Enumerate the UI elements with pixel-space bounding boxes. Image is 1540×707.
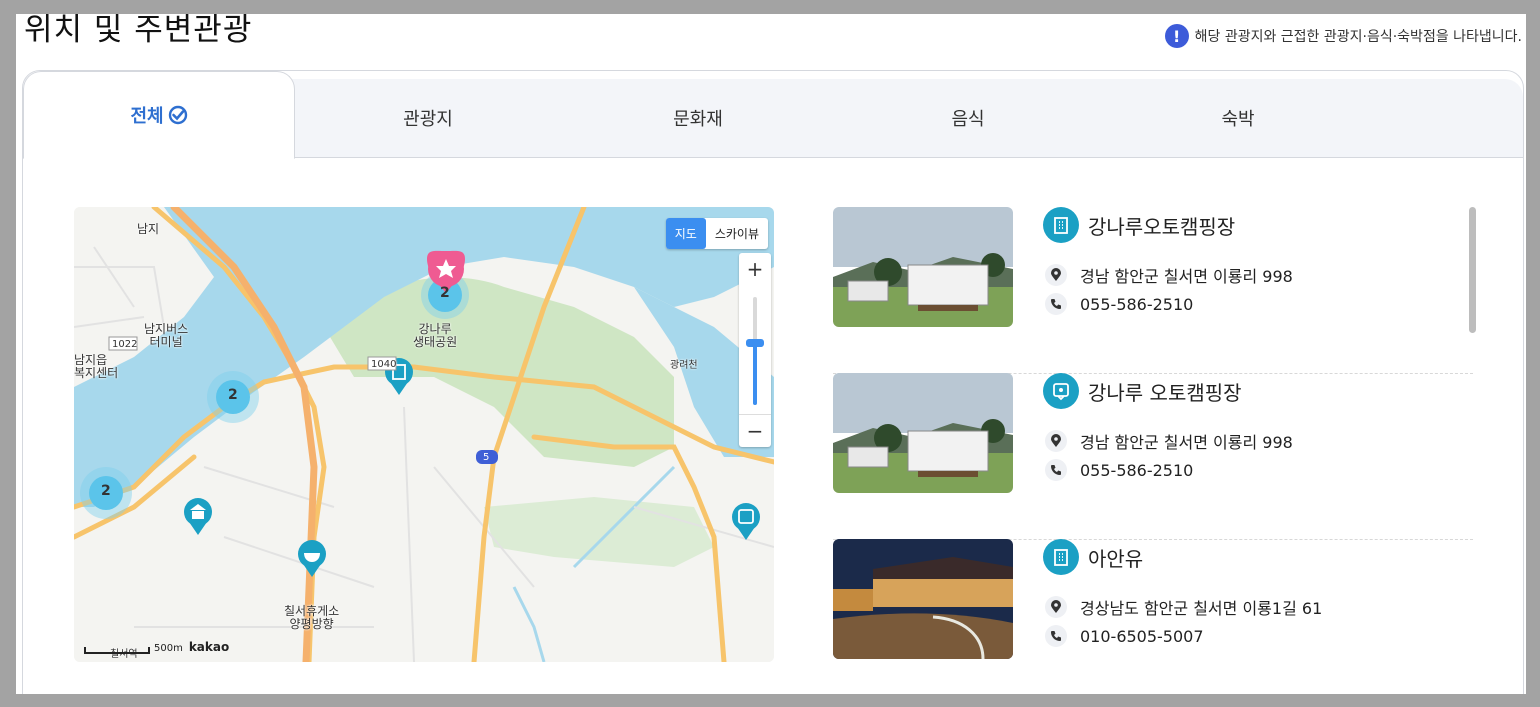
location-pin-icon [1045,264,1067,286]
page: 위치 및 주변관광 ! 해당 관광지와 근접한 관광지·음식·숙박점을 나타냅니… [16,14,1526,694]
notice-text: 해당 관광지와 근접한 관광지·음식·숙박점을 나타냅니다. [1194,29,1522,45]
info-icon: ! [1164,24,1189,48]
phone-icon [1045,459,1067,481]
item-phone[interactable]: 010-6505-5007 [1080,627,1204,646]
item-phone-row: 010-6505-5007 [1045,625,1204,647]
zoom-fill [753,343,757,405]
tab-heritage[interactable]: 문화재 [563,79,833,157]
tab-food[interactable]: 음식 [833,79,1103,157]
item-address-row: 경남 함안군 칠서면 이룡리 998 [1045,429,1293,453]
tab-tourism[interactable]: 관광지 [293,79,563,157]
map-type-map-button[interactable]: 지도 [665,218,706,249]
zoom-out-button[interactable]: − [739,414,771,447]
label-rest-area: 칠서휴게소 양평방향 [284,604,340,631]
item-address: 경남 함안군 칠서면 이룡리 998 [1080,267,1293,286]
list-item[interactable]: 아안유 경상남도 함안군 칠서면 이룡1길 61 010-6505-5007 [833,539,1473,677]
list-item[interactable]: 강나루오토캠핑장 경남 함안군 칠서면 이룡리 998 055-586-2510 [833,207,1473,374]
item-phone-row: 055-586-2510 [1045,459,1193,481]
item-phone[interactable]: 055-586-2510 [1080,461,1193,480]
label-welfare: 남지읍 복지센터 [74,353,119,380]
map-scale: 500m kakao [84,640,229,654]
item-address: 경남 함안군 칠서면 이룡리 998 [1080,433,1293,452]
place-pin-icon [1043,373,1079,409]
label-park: 강나루 생태공원 [413,322,458,349]
tab-all[interactable]: 전체 [23,71,295,159]
list-item[interactable]: 강나루 오토캠핑장 경남 함안군 칠서면 이룡리 998 055-586-251… [833,373,1473,540]
category-tabs: 전체 관광지 문화재 음식 숙박 [23,71,1523,159]
nearby-card: 전체 관광지 문화재 음식 숙박 남지 남지버스 터미널 남지읍 복지센터 강나… [22,70,1524,694]
item-address-row: 경상남도 함안군 칠서면 이룡1길 61 [1045,595,1322,619]
map-view[interactable]: 남지 남지버스 터미널 남지읍 복지센터 강나루 생태공원 칠서휴게소 양평방향… [74,207,774,662]
label-namji: 남지 [137,222,160,236]
item-address: 경상남도 함안군 칠서면 이룡1길 61 [1080,599,1323,618]
item-title[interactable]: 강나루오토캠핑장 [1088,211,1235,240]
item-title[interactable]: 강나루 오토캠핑장 [1088,377,1242,406]
tab-all-label: 전체 [130,106,164,127]
scale-bar [84,647,150,654]
route-5: 5 [483,452,490,463]
thumbnail-image[interactable] [833,373,1013,493]
tab-lodging[interactable]: 숙박 [1103,79,1373,157]
zoom-control: + − [739,253,771,447]
cluster-c-count: 2 [101,483,111,499]
section-title: 위치 및 주변관광 [24,14,253,48]
location-pin-icon [1045,596,1067,618]
phone-icon [1045,625,1067,647]
zoom-handle[interactable] [746,339,764,347]
scale-label: 500m [154,643,183,654]
label-bus-terminal: 남지버스 터미널 [144,322,189,349]
cluster-a-count: 2 [440,285,450,301]
item-address-row: 경남 함안군 칠서면 이룡리 998 [1045,263,1293,287]
list-scrollbar[interactable] [1469,207,1476,333]
nearby-list: 강나루오토캠핑장 경남 함안군 칠서면 이룡리 998 055-586-2510 [833,207,1473,677]
kakao-logo: kakao [188,640,230,654]
cluster-b-count: 2 [228,387,238,403]
thumbnail-image[interactable] [833,207,1013,327]
map-type-switch: 지도 스카이뷰 [665,218,768,249]
item-title[interactable]: 아안유 [1088,543,1143,572]
route-1040: 1040 [371,359,397,370]
location-pin-icon [1045,430,1067,452]
building-icon [1043,539,1079,575]
thumbnail-image[interactable] [833,539,1013,659]
zoom-in-button[interactable]: + [739,253,771,285]
route-1022: 1022 [112,339,138,350]
check-circle-icon [168,105,187,125]
building-icon [1043,207,1079,243]
map-canvas[interactable] [74,207,774,662]
item-phone-row: 055-586-2510 [1045,293,1193,315]
map-type-skyview-button[interactable]: 스카이뷰 [706,218,768,249]
item-phone[interactable]: 055-586-2510 [1080,295,1193,314]
notice: ! 해당 관광지와 근접한 관광지·음식·숙박점을 나타냅니다. [1164,24,1522,48]
phone-icon [1045,293,1067,315]
label-gwangryeo: 광려천 [670,360,698,371]
